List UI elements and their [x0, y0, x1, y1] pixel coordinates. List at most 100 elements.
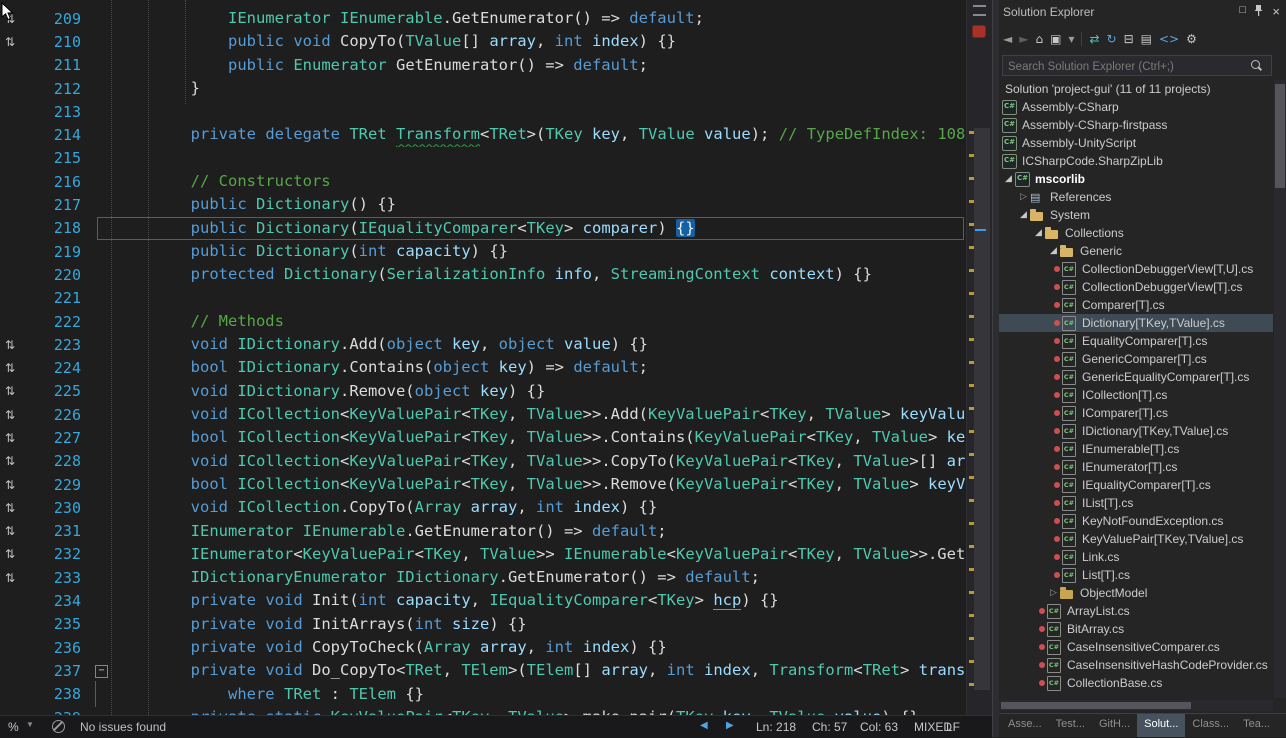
- tool-window-tab[interactable]: Asse...: [1001, 714, 1049, 737]
- window-position-icon[interactable]: □: [1239, 4, 1246, 16]
- scroll-left-icon[interactable]: ◀: [700, 720, 708, 731]
- forward-icon[interactable]: ►: [1019, 33, 1028, 45]
- tool-window-tab[interactable]: Tea...: [1236, 714, 1277, 737]
- code-line[interactable]: 222 // Methods: [0, 310, 966, 333]
- tree-item[interactable]: C#IList[T].cs: [999, 494, 1273, 512]
- code-line[interactable]: ⇅232 IEnumerator<KeyValuePair<TKey, TVal…: [0, 543, 966, 566]
- tree-item[interactable]: Solution 'project-gui' (11 of 11 project…: [999, 80, 1273, 98]
- collapsed-arrow-icon[interactable]: ▷: [1047, 588, 1060, 598]
- code-line[interactable]: ⇅225 void IDictionary.Remove(object key)…: [0, 380, 966, 403]
- split-window-handle-icon[interactable]: [973, 5, 986, 16]
- tree-item[interactable]: C#CaseInsensitiveComparer.cs: [999, 638, 1273, 656]
- scrollbar-thumb[interactable]: [974, 128, 990, 690]
- back-icon[interactable]: ◄: [1003, 33, 1012, 45]
- refresh-icon[interactable]: ↻: [1107, 33, 1117, 45]
- implements-glyph-icon[interactable]: ⇅: [0, 478, 31, 492]
- code-line[interactable]: 216 // Constructors: [0, 170, 966, 193]
- tree-item[interactable]: C#List[T].cs: [999, 566, 1273, 584]
- expanded-arrow-icon[interactable]: ◢: [1002, 174, 1015, 184]
- code-line[interactable]: ⇅210 public void CopyTo(TValue[] array, …: [0, 30, 966, 53]
- tree-item[interactable]: ◢C#mscorlib: [999, 170, 1273, 188]
- tree-item[interactable]: C#Dictionary[TKey,TValue].cs: [999, 314, 1273, 332]
- code-line[interactable]: ⇅231 IEnumerator IEnumerable.GetEnumerat…: [0, 520, 966, 543]
- collapsed-arrow-icon[interactable]: ▷: [1017, 192, 1030, 202]
- tool-window-tab[interactable]: Test...: [1049, 714, 1092, 737]
- code-line[interactable]: 237− private void Do_CopyTo<TRet, TElem>…: [0, 659, 966, 682]
- scroll-right-icon[interactable]: ▶: [726, 720, 734, 731]
- implements-glyph-icon[interactable]: ⇅: [0, 384, 31, 398]
- code-line[interactable]: 239 private static KeyValuePair<TKey, TV…: [0, 706, 966, 715]
- tree-item[interactable]: C#IEnumerable[T].cs: [999, 440, 1273, 458]
- tree-item[interactable]: C#IEnumerator[T].cs: [999, 458, 1273, 476]
- tree-item[interactable]: C#CollectionDebuggerView[T,U].cs: [999, 260, 1273, 278]
- tree-item[interactable]: C#GenericComparer[T].cs: [999, 350, 1273, 368]
- code-line[interactable]: ⇅230 void ICollection.CopyTo(Array array…: [0, 496, 966, 519]
- tree-item[interactable]: C#Comparer[T].cs: [999, 296, 1273, 314]
- tree-item[interactable]: C#Assembly-CSharp: [999, 98, 1273, 116]
- tree-item[interactable]: C#Link.cs: [999, 548, 1273, 566]
- tree-item[interactable]: ▷▤References: [999, 188, 1273, 206]
- code-line[interactable]: ⇅227 bool ICollection<KeyValuePair<TKey,…: [0, 426, 966, 449]
- document-health-error-icon[interactable]: [972, 25, 986, 38]
- code-line[interactable]: ⇅229 bool ICollection<KeyValuePair<TKey,…: [0, 473, 966, 496]
- tree-item[interactable]: C#CollectionBase.cs: [999, 674, 1273, 692]
- implements-glyph-icon[interactable]: ⇅: [0, 501, 31, 515]
- view-code-icon[interactable]: <>: [1159, 33, 1179, 45]
- search-input[interactable]: [1003, 56, 1250, 77]
- collapse-all-icon[interactable]: ⊟: [1124, 33, 1134, 45]
- scope-caret-icon[interactable]: ▾: [1068, 33, 1074, 45]
- tree-item[interactable]: ▷ObjectModel: [999, 584, 1273, 602]
- pin-icon[interactable]: [1253, 4, 1264, 22]
- code-line[interactable]: 217 public Dictionary() {}: [0, 193, 966, 216]
- code-line[interactable]: 213: [0, 100, 966, 123]
- code-line[interactable]: ⇅209 IEnumerator IEnumerable.GetEnumerat…: [0, 7, 966, 30]
- expanded-arrow-icon[interactable]: ◢: [1032, 228, 1045, 238]
- zoom-control[interactable]: %: [8, 720, 19, 734]
- code-line[interactable]: ⇅228 void ICollection<KeyValuePair<TKey,…: [0, 450, 966, 473]
- tree-item[interactable]: C#KeyNotFoundException.cs: [999, 512, 1273, 530]
- code-line[interactable]: 214 private delegate TRet Transform<TRet…: [0, 123, 966, 146]
- tool-window-tab[interactable]: Class...: [1185, 714, 1236, 737]
- close-icon[interactable]: ×: [1272, 4, 1280, 19]
- implements-glyph-icon[interactable]: ⇅: [0, 338, 31, 352]
- sync-active-document-icon[interactable]: ⇄: [1089, 33, 1099, 45]
- code-line[interactable]: ⇅226 void ICollection<KeyValuePair<TKey,…: [0, 403, 966, 426]
- code-line[interactable]: ⇅224 bool IDictionary.Contains(object ke…: [0, 356, 966, 379]
- code-line[interactable]: 220 protected Dictionary(SerializationIn…: [0, 263, 966, 286]
- tree-item[interactable]: ◢Generic: [999, 242, 1273, 260]
- show-all-files-icon[interactable]: ▤: [1141, 33, 1152, 45]
- tree-item[interactable]: C#Assembly-CSharp-firstpass: [999, 116, 1273, 134]
- tree-item[interactable]: C#CaseInsensitiveHashCodeProvider.cs: [999, 656, 1273, 674]
- code-line[interactable]: 234 private void Init(int capacity, IEqu…: [0, 589, 966, 612]
- tree-item[interactable]: C#IDictionary[TKey,TValue].cs: [999, 422, 1273, 440]
- search-icon[interactable]: [1251, 60, 1260, 69]
- tree-item[interactable]: C#ICSharpCode.SharpZipLib: [999, 152, 1273, 170]
- tree-item[interactable]: C#IComparer[T].cs: [999, 404, 1273, 422]
- code-line[interactable]: 238 where TRet : TElem {}: [0, 683, 966, 706]
- code-line[interactable]: 215: [0, 147, 966, 170]
- code-line[interactable]: ⇅223 void IDictionary.Add(object key, ob…: [0, 333, 966, 356]
- implements-glyph-icon[interactable]: ⇅: [0, 454, 31, 468]
- implements-glyph-icon[interactable]: ⇅: [0, 35, 31, 49]
- tree-item[interactable]: ◢Collections: [999, 224, 1273, 242]
- tree-item[interactable]: C#Assembly-UnityScript: [999, 134, 1273, 152]
- tree-item[interactable]: ◢System: [999, 206, 1273, 224]
- tree-item[interactable]: C#ICollection[T].cs: [999, 386, 1273, 404]
- tree-item[interactable]: C#KeyValuePair[TKey,TValue].cs: [999, 530, 1273, 548]
- tree-item[interactable]: C#CollectionDebuggerView[T].cs: [999, 278, 1273, 296]
- implements-glyph-icon[interactable]: ⇅: [0, 361, 31, 375]
- implements-glyph-icon[interactable]: ⇅: [0, 524, 31, 538]
- code-editor[interactable]: ⇅209 IEnumerator IEnumerable.GetEnumerat…: [0, 0, 966, 715]
- properties-icon[interactable]: ⚙: [1186, 33, 1197, 45]
- scrollbar-thumb[interactable]: [1275, 84, 1285, 188]
- tree-horizontal-scrollbar[interactable]: [999, 700, 1273, 711]
- tree-item[interactable]: C#ArrayList.cs: [999, 602, 1273, 620]
- code-line[interactable]: 212 }: [0, 77, 966, 100]
- code-line[interactable]: 218 public Dictionary(IEqualityComparer<…: [0, 217, 966, 240]
- tree-item[interactable]: C#GenericEqualityComparer[T].cs: [999, 368, 1273, 386]
- tree-item[interactable]: C#EqualityComparer[T].cs: [999, 332, 1273, 350]
- scrollbar-thumb[interactable]: [1001, 702, 1191, 709]
- scope-icon[interactable]: ▣: [1050, 33, 1061, 45]
- expanded-arrow-icon[interactable]: ◢: [1017, 210, 1030, 220]
- code-line[interactable]: 219 public Dictionary(int capacity) {}: [0, 240, 966, 263]
